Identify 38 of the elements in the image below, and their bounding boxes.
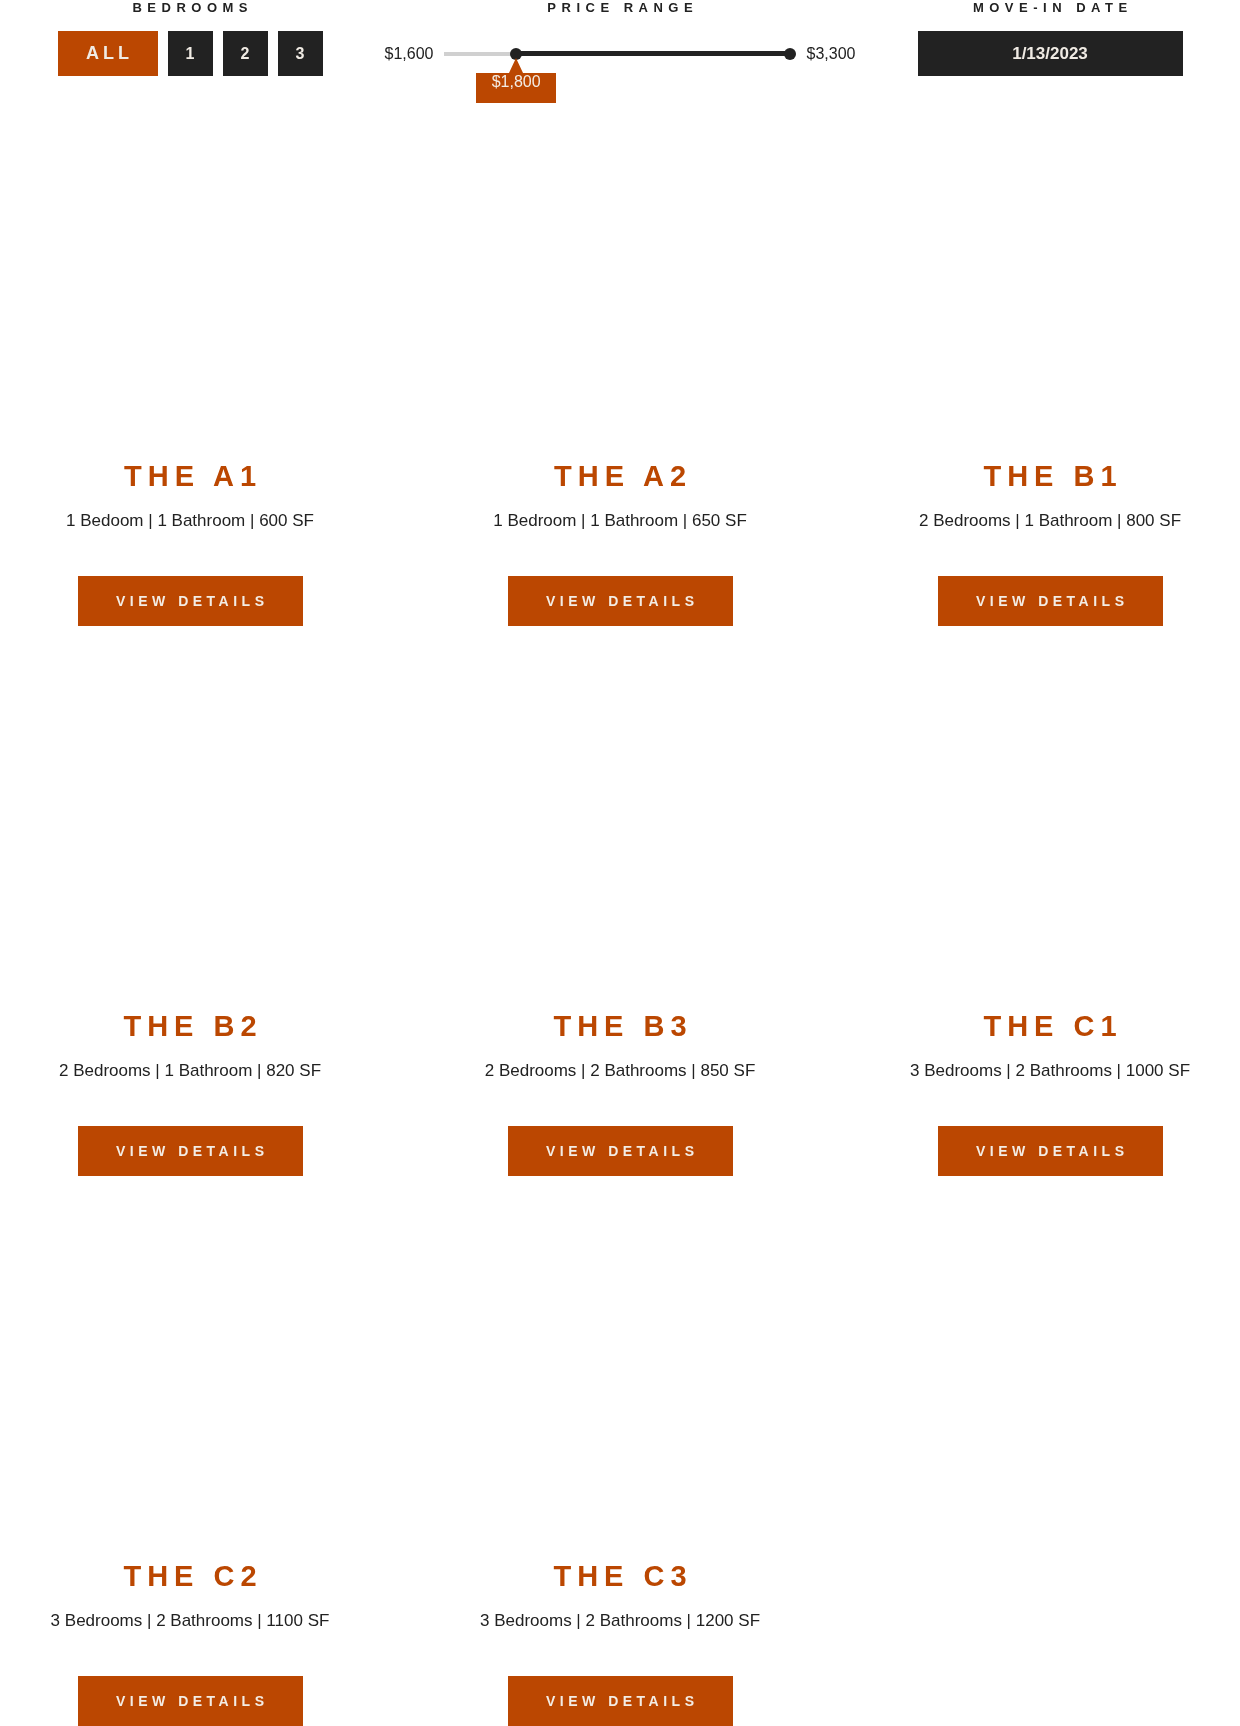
floor-plan-title: THE B2 <box>122 1009 263 1044</box>
view-details-button[interactable]: VIEW DETAILS <box>937 1126 1163 1176</box>
floor-plan-title: THE A1 <box>122 459 263 494</box>
floor-plan-specs: 3 Bedrooms | 2 Bathrooms | 1200 SF <box>480 1610 760 1632</box>
price-range-label: PRICE RANGE <box>546 0 699 16</box>
date-field[interactable]: 1/13/2023 <box>917 31 1183 76</box>
view-details-button[interactable]: VIEW DETAILS <box>937 576 1163 626</box>
floor-plan-specs: 2 Bedrooms | 2 Bathrooms | 850 SF <box>484 1060 756 1082</box>
slider-handle[interactable] <box>510 47 523 60</box>
floor-plan-specs: 1 Bedroom | 1 Bathroom | 650 SF <box>493 510 747 532</box>
bedroom-filter-button[interactable]: 1 <box>167 31 213 76</box>
view-details-button[interactable]: VIEW DETAILS <box>77 1126 303 1176</box>
view-details-button[interactable]: VIEW DETAILS <box>507 1126 733 1176</box>
floor-plan-specs: 2 Bedrooms | 1 Bathroom | 820 SF <box>58 1060 322 1082</box>
view-details-button[interactable]: VIEW DETAILS <box>77 576 303 626</box>
bedroom-filter-button[interactable]: 3 <box>277 31 323 76</box>
price-max-label: $3,300 <box>806 44 856 63</box>
price-min-label: $1,600 <box>384 44 434 63</box>
floor-plan-specs: 2 Bedrooms | 1 Bathroom | 800 SF <box>918 510 1182 532</box>
view-details-button[interactable]: VIEW DETAILS <box>507 576 733 626</box>
floor-plan-title: THE A2 <box>552 459 693 494</box>
bedroom-filter-button[interactable]: ALL <box>57 31 158 76</box>
floor-plan-specs: 1 Bedoom | 1 Bathroom | 600 SF <box>66 510 314 532</box>
price-tooltip: $1,800 <box>476 57 557 103</box>
floor-plan-specs: 3 Bedrooms | 2 Bathrooms | 1100 SF <box>50 1610 330 1632</box>
floor-plan-title: THE C1 <box>982 1009 1123 1044</box>
floor-plan-title: THE B1 <box>982 459 1123 494</box>
slider-handle[interactable] <box>783 47 796 60</box>
bedroom-filter-button[interactable]: 2 <box>222 31 268 76</box>
floor-plan-specs: 3 Bedrooms | 2 Bathrooms | 1000 SF <box>910 1060 1190 1082</box>
view-details-button[interactable]: VIEW DETAILS <box>507 1676 733 1726</box>
floor-plan-title: THE B3 <box>552 1009 693 1044</box>
move-in-date-label: MOVE-IN DATE <box>971 0 1133 16</box>
view-details-button[interactable]: VIEW DETAILS <box>77 1676 303 1726</box>
floor-plan-title: THE C3 <box>552 1559 693 1594</box>
floor-plan-title: THE C2 <box>122 1559 263 1594</box>
tooltip-pointer-icon <box>509 57 524 73</box>
bedrooms-label: BEDROOMS <box>131 0 254 16</box>
